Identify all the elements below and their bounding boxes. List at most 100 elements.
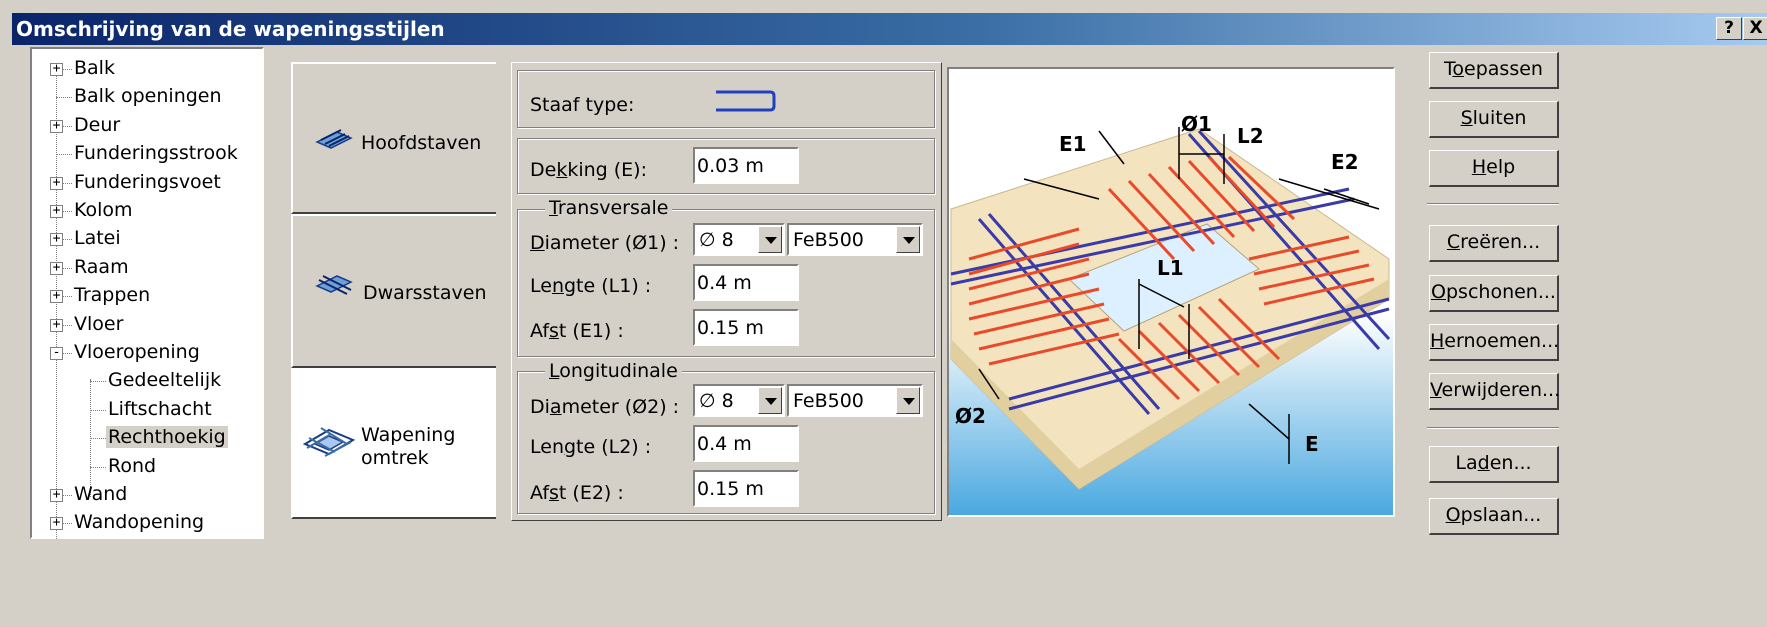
hernoemen-button[interactable]: Hernoemen...	[1429, 324, 1559, 361]
tree-connector	[63, 182, 72, 184]
chevron-down-icon[interactable]	[896, 226, 920, 253]
tree-item[interactable]: + Vloer	[32, 311, 260, 339]
dim-label-e: E	[1305, 432, 1319, 456]
afst-2-input[interactable]: 0.15 m	[693, 470, 799, 507]
tree-item[interactable]: + Wand	[32, 481, 260, 509]
staaf-type-label: Staaf type:	[530, 94, 635, 116]
steel-2-select[interactable]: FeB500	[787, 384, 923, 417]
element-tree[interactable]: + Balk Balk openingen + Deur Funderingsstrook…	[30, 47, 264, 539]
tree-connector	[90, 438, 106, 440]
tree-connector	[56, 97, 72, 99]
tab-wapening-omtrek[interactable]: Wapening omtrek	[291, 368, 496, 519]
tree-item-label: Balk	[74, 57, 115, 79]
tree-item[interactable]: - Vloeropening	[32, 339, 260, 367]
tree-item[interactable]: + Wandopening	[32, 509, 260, 537]
tree-item[interactable]: Gedeeltelijk	[32, 367, 260, 395]
reinforcement-illustration: E1 Ø1 L2 E2 L1 Ø2 E	[947, 67, 1395, 517]
slab-opening-diagram: E1 Ø1 L2 E2 L1 Ø2 E	[949, 69, 1393, 515]
lengte-2-label: Lengte (L2) :	[530, 436, 652, 458]
tree-item-label: Raam	[74, 255, 129, 278]
chevron-down-icon[interactable]	[758, 387, 782, 414]
creeren-button[interactable]: Creëren...	[1429, 225, 1559, 262]
tree-item[interactable]: + Kolom	[32, 197, 260, 225]
expand-icon[interactable]: +	[50, 261, 63, 275]
main-bars-icon	[315, 129, 353, 149]
tree-item-label: Wandopening	[74, 511, 205, 534]
afst-1-input[interactable]: 0.15 m	[693, 309, 799, 346]
tree-item[interactable]: Rond	[32, 453, 260, 481]
window-title: Omschrijving van de wapeningsstijlen	[16, 17, 445, 41]
steel-1-select[interactable]: FeB500	[787, 223, 923, 256]
tree-item[interactable]: + Latei	[32, 225, 260, 253]
diameter-1-label: Diameter (Ø1) :	[530, 232, 680, 254]
afst-2-label: Afst (E2) :	[530, 482, 624, 504]
tab-label-line1: Wapening	[361, 424, 456, 446]
tree-item-label: Kolom	[74, 199, 133, 221]
tree-item[interactable]: Balk openingen	[32, 83, 260, 111]
expand-icon[interactable]: +	[50, 62, 63, 76]
tree-connector	[63, 211, 72, 212]
diameter-2-select[interactable]: ∅ 8	[693, 384, 785, 417]
lengte-1-input[interactable]: 0.4 m	[693, 264, 799, 301]
tab-label: Hoofdstaven	[361, 132, 482, 154]
lengte-2-input[interactable]: 0.4 m	[693, 425, 799, 462]
perimeter-reinforcement-icon	[302, 427, 356, 457]
help-button[interactable]: Help	[1429, 150, 1559, 187]
tree-item-label: Funderingsstrook	[74, 142, 238, 165]
tree-connector	[63, 125, 72, 127]
tree-item[interactable]: + Raam	[32, 254, 260, 282]
tree-connector	[63, 523, 72, 525]
dekking-input[interactable]: 0.03 m	[693, 147, 799, 184]
close-title-button[interactable]: X	[1743, 17, 1767, 40]
verwijderen-button[interactable]: Verwijderen...	[1429, 373, 1560, 410]
expand-icon[interactable]: +	[50, 232, 63, 247]
expand-icon[interactable]: +	[50, 176, 63, 190]
tree-item-label: Wand	[74, 483, 128, 505]
button-separator	[1427, 203, 1559, 205]
bar-shape-icon[interactable]	[714, 90, 776, 112]
sluiten-button[interactable]: Sluiten	[1429, 101, 1559, 138]
tree-item-label: Vloer	[74, 312, 124, 335]
tab-hoofdstaven[interactable]: Hoofdstaven	[291, 62, 496, 214]
opschonen-button[interactable]: Opschonen...	[1429, 275, 1559, 312]
tab-label: Dwarsstaven	[363, 282, 487, 304]
tree-connector	[63, 324, 72, 326]
laden-button[interactable]: Laden...	[1429, 446, 1559, 483]
help-title-button[interactable]: ?	[1716, 17, 1742, 40]
expand-icon[interactable]: +	[50, 204, 63, 218]
title-bar: Omschrijving van de wapeningsstijlen ? X	[12, 13, 1767, 45]
tab-label-line2: omtrek	[361, 447, 429, 469]
tree-item-label: Deur	[74, 113, 121, 136]
tree-item[interactable]: + Balk	[32, 55, 260, 83]
expand-icon[interactable]: +	[50, 516, 63, 531]
tab-dwarsstaven[interactable]: Dwarsstaven	[291, 214, 496, 368]
tree-connector	[56, 154, 72, 156]
tree-item[interactable]: Liftschacht	[32, 396, 260, 424]
toepassen-button[interactable]: Toepassen	[1429, 52, 1559, 89]
diameter-2-value: ∅ 8	[699, 390, 734, 412]
diameter-1-select[interactable]: ∅ 8	[693, 223, 785, 256]
expand-icon[interactable]: +	[50, 119, 63, 133]
tree-item-label: Latei	[74, 227, 121, 250]
dim-label-l1: L1	[1157, 256, 1184, 280]
steel-2-value: FeB500	[793, 390, 864, 412]
tree-item[interactable]: Funderingsstrook	[32, 140, 260, 168]
collapse-icon[interactable]: -	[50, 346, 63, 360]
tree-item-label: Vloeropening	[74, 341, 200, 363]
tree-item[interactable]: + Deur	[32, 112, 260, 140]
tree-connector	[63, 239, 72, 241]
diameter-1-value: ∅ 8	[699, 229, 734, 251]
tree-item-label: Rond	[108, 454, 157, 477]
tree-item-label: Balk openingen	[74, 85, 222, 108]
tab-strip: Hoofdstaven Dwarsstaven Wapening omtrek	[291, 62, 496, 519]
chevron-down-icon[interactable]	[896, 387, 920, 414]
expand-icon[interactable]: +	[50, 318, 63, 332]
tree-item[interactable]: Rechthoekig	[32, 424, 260, 452]
tree-item[interactable]: + Funderingsvoet	[32, 169, 260, 197]
expand-icon[interactable]: +	[50, 488, 63, 502]
chevron-down-icon[interactable]	[758, 226, 782, 253]
expand-icon[interactable]: +	[50, 289, 63, 304]
opslaan-button[interactable]: Opslaan...	[1429, 498, 1559, 535]
tree-item[interactable]: + Trappen	[32, 282, 260, 310]
dim-label-d1: Ø1	[1181, 112, 1212, 136]
